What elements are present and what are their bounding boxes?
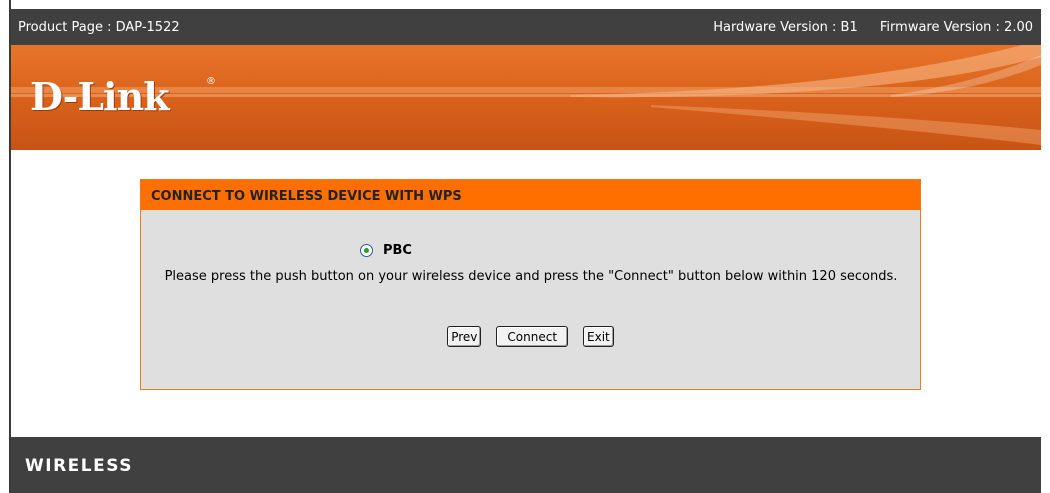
pbc-option[interactable]: PBC (360, 243, 412, 258)
firmware-version-label: Firmware Version : 2.00 (879, 19, 1033, 35)
dlink-logo: D-Link (30, 74, 170, 119)
brand-banner: D-Link ® (11, 45, 1041, 150)
connect-button[interactable]: Connect (496, 326, 569, 347)
wps-instructions: Please press the push button on your wir… (164, 269, 898, 284)
panel-title: CONNECT TO WIRELESS DEVICE WITH WPS (141, 180, 920, 210)
hardware-version-label: Hardware Version : B1 (713, 19, 858, 35)
wps-connect-panel: CONNECT TO WIRELESS DEVICE WITH WPS PBC … (140, 179, 921, 390)
prev-button[interactable]: Prev (447, 326, 482, 347)
version-info: Hardware Version : B1 Firmware Version :… (695, 20, 1033, 35)
top-info-bar: Product Page : DAP-1522 Hardware Version… (11, 9, 1041, 45)
registered-mark: ® (206, 76, 216, 87)
window-left-border (0, 0, 11, 493)
product-page-label: Product Page : DAP-1522 (18, 19, 180, 35)
button-row: Prev Connect Exit (141, 326, 920, 347)
page-frame: Product Page : DAP-1522 Hardware Version… (0, 0, 1050, 493)
footer-bar: WIRELESS (11, 437, 1041, 493)
wireless-label: WIRELESS (25, 456, 133, 476)
pbc-label: PBC (383, 243, 412, 258)
pbc-radio-button[interactable] (360, 244, 373, 257)
exit-button[interactable]: Exit (583, 326, 614, 347)
